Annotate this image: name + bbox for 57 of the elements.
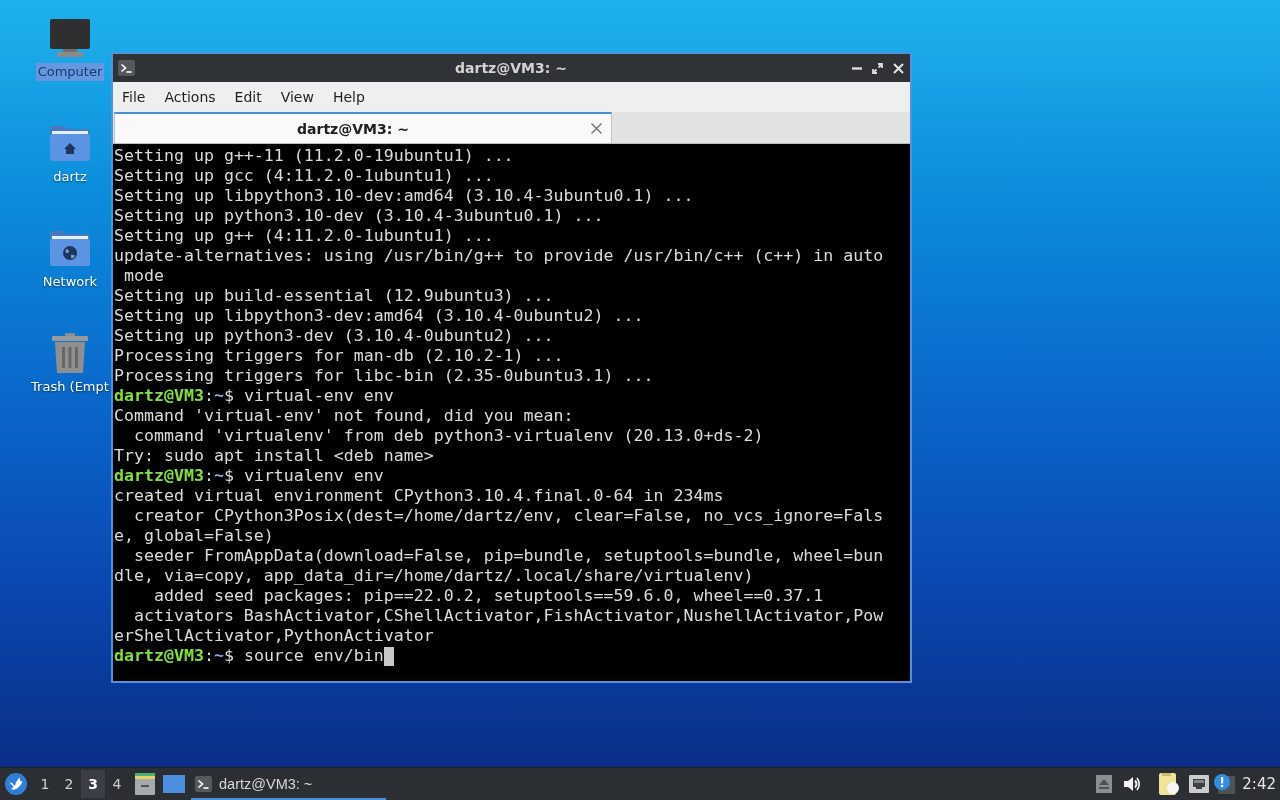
workspace-button[interactable]: 2: [57, 770, 81, 798]
output-line: seeder FromAppData(download=False, pip=bundle, setuptools=bundle, wheel=bun: [132, 546, 884, 566]
output-line: Setting up gcc (4:11.2.0-1ubuntu1) ...: [114, 166, 494, 186]
tab[interactable]: dartz@VM3: ~: [114, 112, 612, 143]
home-folder-icon[interactable]: [50, 125, 90, 161]
output-line: activators BashActivator,CShellActivator,FishActivator,NushellActivator,Pow: [132, 606, 884, 626]
exclamation-icon[interactable]: [1214, 774, 1236, 794]
icon-label[interactable]: Computer: [35, 63, 105, 81]
output-line: command 'virtualenv' from deb python3-virtualenv (20.13.0+ds-2): [132, 426, 764, 446]
workspace-button[interactable]: 1: [33, 770, 57, 798]
output-line: Processing triggers for man-db (2.10.2-1) ...: [114, 346, 564, 366]
output-line: added seed packages: pip==22.0.2, setuptools==59.6.0, wheel==0.37.1: [152, 586, 824, 606]
icon-label[interactable]: Trash (Empt: [29, 378, 111, 396]
minimize-icon[interactable]: [852, 66, 862, 70]
terminal-icon: [195, 776, 212, 792]
terminal-icon: [118, 60, 135, 76]
output-line: update-alternatives: using /usr/bin/g++ to provide /usr/bin/c++ (c++) in auto: [114, 246, 884, 266]
output-line: mode: [123, 266, 164, 286]
output-line: Command 'virtual-env' not found, did you mean:: [114, 406, 574, 426]
file-cabinet-icon[interactable]: [135, 773, 155, 795]
prompt-line: dartz@VM3:~$ virtualenv env: [114, 466, 384, 486]
monitor-icon[interactable]: [50, 19, 90, 57]
globe-folder-icon[interactable]: [50, 230, 90, 266]
volume-icon[interactable]: [1124, 776, 1142, 792]
prompt-line: dartz@VM3:~$ source env/bin: [114, 646, 384, 666]
bird-icon[interactable]: [5, 773, 27, 795]
menu-item[interactable]: View: [271, 86, 324, 108]
output-line: created virtual environment CPython3.10.4.final.0-64 in 234ms: [114, 486, 724, 506]
output-line: dle, via=copy, app_data_dir=/home/dartz/.local/share/virtualenv): [114, 566, 754, 586]
output-line: Setting up g++ (4:11.2.0-1ubuntu1) ...: [114, 226, 494, 246]
output-line: Setting up python3.10-dev (3.10.4-3ubuntu0.1) ...: [114, 206, 604, 226]
window-title: dartz@VM3: ~: [455, 60, 567, 76]
workspace-button[interactable]: 3: [81, 770, 105, 798]
output-line: Setting up g++-11 (11.2.0-19ubuntu1) ...: [114, 146, 514, 166]
clipboard-icon[interactable]: [1159, 773, 1180, 795]
output-line: Setting up python3-dev (3.10.4-0ubuntu2) ...: [114, 326, 554, 346]
maximize-icon[interactable]: [872, 62, 883, 74]
output-line: Setting up libpython3-dev:amd64 (3.10.4-0ubuntu2) ...: [114, 306, 644, 326]
menu-item[interactable]: File: [113, 86, 156, 108]
output-line: Setting up libpython3.10-dev:amd64 (3.10.4-3ubuntu0.1) ...: [114, 186, 694, 206]
menu-item[interactable]: Edit: [225, 86, 272, 108]
output-line: creator CPython3Posix(dest=/home/dartz/env, clear=False, no_vcs_ignore=Fals: [132, 506, 884, 526]
task-button[interactable]: dartz@VM3: ~: [191, 768, 386, 800]
workspace-button[interactable]: 4: [105, 770, 129, 798]
menu-item[interactable]: Help: [323, 86, 375, 108]
output-line: Setting up build-essential (12.9ubuntu3) ...: [114, 286, 554, 306]
output-line: Processing triggers for libc-bin (2.35-0ubuntu3.1) ...: [114, 366, 654, 386]
ethernet-port-icon[interactable]: [1189, 775, 1210, 793]
clock[interactable]: 2:42: [1242, 775, 1276, 793]
output-line: Try: sudo apt install <deb name>: [114, 446, 434, 466]
icon-label[interactable]: Network: [40, 273, 100, 291]
menu-item[interactable]: Actions: [155, 86, 226, 108]
close-icon[interactable]: [591, 123, 602, 134]
prompt-line: dartz@VM3:~$ virtual-env env: [114, 386, 394, 406]
eject-icon[interactable]: [1096, 775, 1113, 793]
output-line: e, global=False): [114, 526, 274, 546]
output-line: erShellActivator,PythonActivator: [114, 626, 434, 646]
